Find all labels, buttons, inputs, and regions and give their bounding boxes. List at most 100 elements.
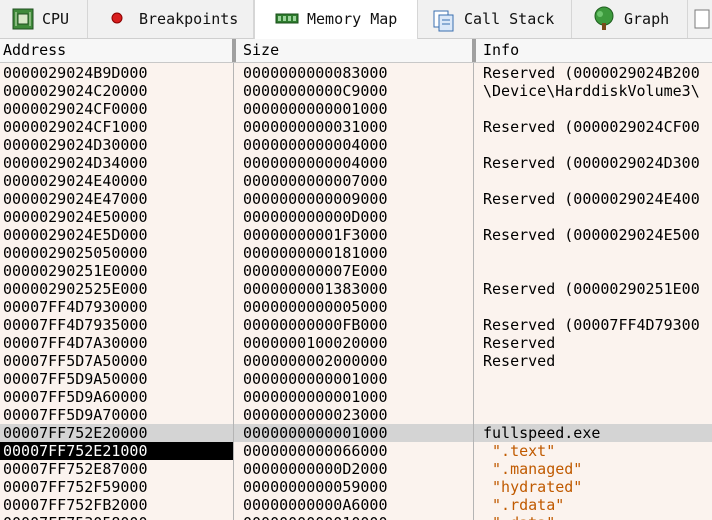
- info-cell: [483, 208, 712, 226]
- tab-label: Graph: [624, 10, 670, 28]
- address-cell: 00007FF5D9A70000: [3, 406, 148, 424]
- address-cell: 00007FF752FB2000: [3, 496, 148, 514]
- memory-map-table[interactable]: 00007FF753058000 0000000000010000 ".data"…: [0, 63, 712, 520]
- info-cell: ".text": [483, 442, 556, 460]
- address-cell: 0000029025050000: [3, 244, 148, 262]
- table-row[interactable]: 00007FF752E21000 0000000000066000 ".text": [0, 442, 712, 460]
- column-header-size[interactable]: Size: [243, 39, 279, 62]
- info-cell: [483, 100, 712, 118]
- table-row[interactable]: 00007FF5D7A50000 0000000002000000 Reserved: [0, 352, 712, 370]
- table-row[interactable]: 0000029024D34000 0000000000004000 Reserved…: [0, 154, 712, 172]
- graph-tree-icon: [592, 6, 614, 30]
- table-row[interactable]: 00000290251E0000 000000000007E000: [0, 262, 712, 280]
- page-icon: [694, 9, 712, 31]
- column-divider: [473, 63, 474, 520]
- address-cell: 00007FF753058000: [3, 514, 232, 520]
- table-row[interactable]: 0000029025050000 0000000000181000: [0, 244, 712, 262]
- address-cell: 00007FF4D7930000: [3, 298, 148, 316]
- info-cell: [483, 262, 712, 280]
- size-cell: 0000000000023000: [243, 406, 388, 424]
- size-cell: 000000000007E000: [243, 262, 388, 280]
- table-row[interactable]: 00007FF5D9A60000 0000000000001000: [0, 388, 712, 406]
- size-cell: 0000000100020000: [243, 334, 388, 352]
- table-row[interactable]: 0000029024D30000 0000000000004000: [0, 136, 712, 154]
- table-row[interactable]: 00007FF4D7930000 0000000000005000: [0, 298, 712, 316]
- tab-call-stack[interactable]: Call Stack: [418, 0, 572, 38]
- info-cell: Reserved (00000290251E00: [483, 280, 700, 298]
- memory-map-icon: [275, 8, 299, 30]
- info-cell: [483, 406, 712, 424]
- tab-cpu[interactable]: CPU: [0, 0, 88, 38]
- address-cell: 00007FF5D9A50000: [3, 370, 148, 388]
- table-row[interactable]: 0000029024CF0000 0000000000001000: [0, 100, 712, 118]
- address-cell: 0000029024D30000: [3, 136, 148, 154]
- address-cell: 00007FF752F59000: [3, 478, 148, 496]
- info-cell: Reserved (00007FF4D79300: [483, 316, 700, 334]
- address-cell: 0000029024CF0000: [3, 100, 148, 118]
- table-row[interactable]: 0000029024CF1000 0000000000031000 Reserved…: [0, 118, 712, 136]
- size-cell: 00000000000C9000: [243, 82, 388, 100]
- info-cell: "hydrated": [483, 478, 583, 496]
- column-header-info[interactable]: Info: [483, 39, 519, 62]
- table-row[interactable]: 0000029024E40000 0000000000007000: [0, 172, 712, 190]
- column-resize-handle[interactable]: [232, 39, 236, 62]
- table-row[interactable]: 0000029024C20000 00000000000C9000 \Device\…: [0, 82, 712, 100]
- size-cell: 0000000000004000: [243, 154, 388, 172]
- table-row[interactable]: 00007FF752FB2000 00000000000A6000 ".rdata…: [0, 496, 712, 514]
- table-row[interactable]: 000002902525E000 0000000001383000 Reserved…: [0, 280, 712, 298]
- info-cell: [483, 244, 712, 262]
- address-cell: 0000029024C20000: [3, 82, 148, 100]
- breakpoint-dot-icon: [106, 9, 128, 31]
- table-row[interactable]: 00007FF4D7A30000 0000000100020000 Reserved: [0, 334, 712, 352]
- tab-bar: CPU Breakpoints Memory Map Call Stack Gr…: [0, 0, 712, 39]
- table-row[interactable]: 0000029024E50000 000000000000D000: [0, 208, 712, 226]
- tab-overflow[interactable]: [688, 0, 712, 38]
- tab-label: Memory Map: [307, 10, 398, 28]
- info-cell: [483, 136, 712, 154]
- tab-label: CPU: [42, 10, 70, 28]
- size-cell: 0000000000001000: [243, 100, 388, 118]
- address-cell: 0000029024E50000: [3, 208, 148, 226]
- table-row[interactable]: 00007FF4D7935000 00000000000FB000 Reserved…: [0, 316, 712, 334]
- cpu-icon: [12, 8, 34, 30]
- info-cell: fullspeed.exe: [483, 424, 601, 442]
- tab-breakpoints[interactable]: Breakpoints: [88, 0, 254, 38]
- table-row[interactable]: 00007FF5D9A70000 0000000000023000: [0, 406, 712, 424]
- info-cell: [483, 298, 712, 316]
- table-row[interactable]: 00007FF5D9A50000 0000000000001000: [0, 370, 712, 388]
- address-cell: 00007FF752E20000: [3, 424, 148, 442]
- table-row[interactable]: 0000029024B9D000 0000000000083000 Reserved…: [0, 64, 712, 82]
- info-cell: ".managed": [483, 460, 583, 478]
- table-row[interactable]: 00007FF753058000 0000000000010000 ".data": [0, 514, 712, 520]
- table-row[interactable]: 00007FF752F59000 0000000000059000 "hydrat…: [0, 478, 712, 496]
- table-row[interactable]: 00007FF752E20000 0000000000001000 fullspee…: [0, 424, 712, 442]
- table-row[interactable]: 00007FF752E87000 00000000000D2000 ".manag…: [0, 460, 712, 478]
- size-cell: 0000000000001000: [243, 388, 388, 406]
- address-cell: 00007FF752E21000: [0, 442, 233, 460]
- info-cell: Reserved (0000029024E400: [483, 190, 700, 208]
- tab-memory-map[interactable]: Memory Map: [254, 0, 418, 39]
- size-cell: 00000000000D2000: [243, 460, 388, 478]
- info-cell: Reserved (0000029024D300: [483, 154, 700, 172]
- info-cell: Reserved (0000029024CF00: [483, 118, 700, 136]
- memory-map-header: Address Size Info: [0, 39, 712, 63]
- address-cell: 0000029024E5D000: [3, 226, 148, 244]
- size-cell: 0000000000083000: [243, 64, 388, 82]
- size-cell: 0000000000005000: [243, 298, 388, 316]
- address-cell: 00007FF5D7A50000: [3, 352, 148, 370]
- size-cell: 00000000001F3000: [243, 226, 388, 244]
- size-cell: 0000000000059000: [243, 478, 388, 496]
- tab-graph[interactable]: Graph: [572, 0, 688, 38]
- table-row[interactable]: 0000029024E47000 0000000000009000 Reserved…: [0, 190, 712, 208]
- info-cell: [483, 370, 712, 388]
- size-cell: 0000000001383000: [243, 280, 388, 298]
- column-resize-handle[interactable]: [472, 39, 476, 62]
- address-cell: 00007FF4D7A30000: [3, 334, 148, 352]
- address-cell: 0000029024D34000: [3, 154, 148, 172]
- table-row[interactable]: 0000029024E5D000 00000000001F3000 Reserved…: [0, 226, 712, 244]
- column-header-address[interactable]: Address: [3, 39, 66, 62]
- size-cell: 00000000000FB000: [243, 316, 388, 334]
- address-cell: 00007FF4D7935000: [3, 316, 148, 334]
- size-cell: 000000000000D000: [243, 208, 388, 226]
- size-cell: 0000000000066000: [243, 442, 388, 460]
